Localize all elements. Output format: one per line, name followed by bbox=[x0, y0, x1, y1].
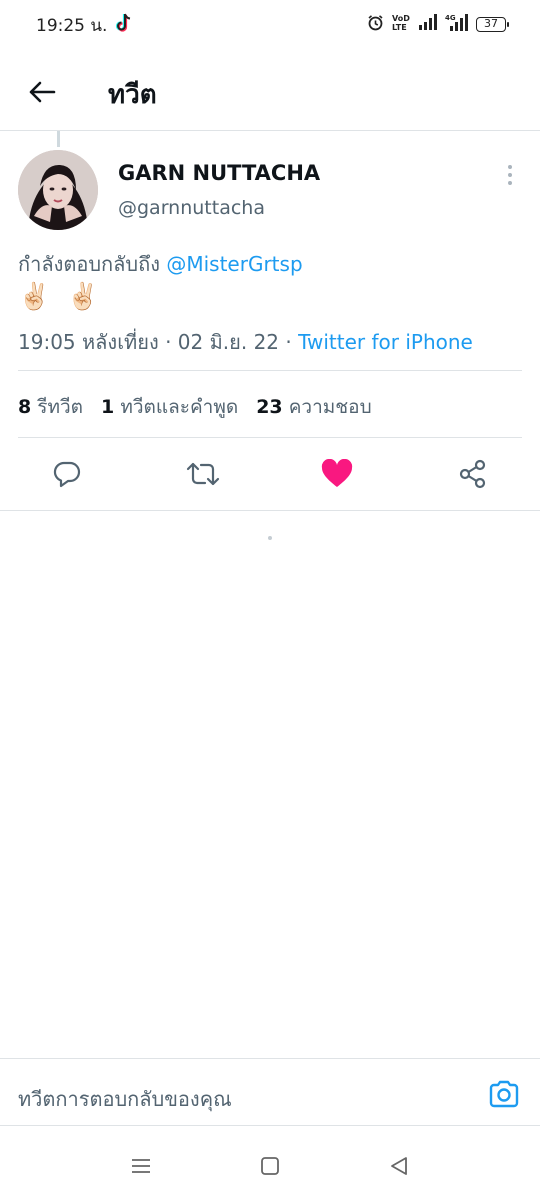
reply-input[interactable]: ทวีตการตอบกลับของคุณ bbox=[18, 1083, 232, 1115]
reply-compose-bar[interactable]: ทวีตการตอบกลับของคุณ bbox=[0, 1058, 540, 1126]
tweet-date[interactable]: 02 มิ.ย. 22 bbox=[178, 330, 279, 354]
svg-text:4G: 4G bbox=[445, 14, 456, 22]
share-icon[interactable] bbox=[451, 452, 495, 496]
divider bbox=[18, 437, 522, 438]
svg-text:LTE: LTE bbox=[392, 23, 407, 31]
svg-text:VoD: VoD bbox=[392, 14, 410, 23]
tweet-actions bbox=[0, 452, 540, 496]
divider bbox=[18, 370, 522, 371]
reply-mention-link[interactable]: @MisterGrtsp bbox=[166, 252, 302, 276]
likes-label: ความชอบ bbox=[288, 396, 372, 418]
loading-indicator bbox=[268, 536, 272, 540]
quotes-label: ทวีตและคำพูด bbox=[120, 396, 239, 418]
volte-icon: VoD LTE bbox=[391, 13, 411, 35]
retweet-icon[interactable] bbox=[181, 452, 225, 496]
battery-icon: 37 bbox=[476, 16, 509, 32]
likes-count: 23 bbox=[256, 396, 283, 418]
avatar[interactable] bbox=[18, 150, 98, 230]
back-triangle-icon[interactable] bbox=[387, 1154, 411, 1178]
camera-icon[interactable] bbox=[488, 1079, 520, 1111]
retweets-stat[interactable]: 8 รีทวีต bbox=[18, 392, 83, 422]
thread-line bbox=[57, 131, 60, 147]
home-square-icon[interactable] bbox=[258, 1154, 282, 1178]
quotes-stat[interactable]: 1 ทวีตและคำพูด bbox=[101, 392, 238, 422]
page-title: ทวีต bbox=[108, 80, 157, 110]
alarm-icon bbox=[367, 14, 384, 35]
tiktok-icon bbox=[114, 12, 134, 34]
quotes-count: 1 bbox=[101, 396, 115, 418]
page-header: ทวีต bbox=[0, 56, 540, 128]
status-icons: VoD LTE 4G 37 bbox=[367, 13, 509, 35]
like-icon[interactable] bbox=[315, 452, 359, 496]
meta-separator: · bbox=[285, 330, 292, 354]
divider bbox=[0, 510, 540, 511]
likes-stat[interactable]: 23 ความชอบ bbox=[256, 392, 371, 422]
tweet-text: ✌🏻 ✌🏻 bbox=[18, 282, 104, 312]
status-time: 19:25 น. bbox=[36, 16, 108, 36]
tweet-meta: 19:05 หลังเที่ยง · 02 มิ.ย. 22 · Twitter… bbox=[18, 326, 473, 358]
tweet-stats: 8 รีทวีต 1 ทวีตและคำพูด 23 ความชอบ bbox=[18, 392, 372, 422]
4g-signal-icon: 4G bbox=[445, 13, 469, 35]
author-name[interactable]: GARN NUTTACHA bbox=[118, 161, 320, 185]
retweets-label: รีทวีต bbox=[37, 396, 84, 418]
signal-icon bbox=[418, 14, 438, 34]
system-nav-bar bbox=[0, 1140, 540, 1200]
reply-icon[interactable] bbox=[45, 452, 89, 496]
retweets-count: 8 bbox=[18, 396, 32, 418]
author-handle[interactable]: @garnnuttacha bbox=[118, 197, 265, 219]
menu-icon[interactable] bbox=[129, 1154, 153, 1178]
status-bar: 19:25 น. VoD LTE 4G 37 bbox=[0, 0, 540, 48]
reply-context: กำลังตอบกลับถึง @MisterGrtsp bbox=[18, 248, 303, 280]
tweet-time[interactable]: 19:05 หลังเที่ยง bbox=[18, 330, 159, 354]
meta-separator: · bbox=[165, 330, 172, 354]
arrow-left-icon[interactable] bbox=[24, 74, 60, 110]
reply-prefix: กำลังตอบกลับถึง bbox=[18, 252, 160, 276]
header-divider bbox=[0, 130, 540, 131]
more-options-icon[interactable] bbox=[500, 160, 520, 190]
tweet-source-link[interactable]: Twitter for iPhone bbox=[298, 330, 473, 354]
